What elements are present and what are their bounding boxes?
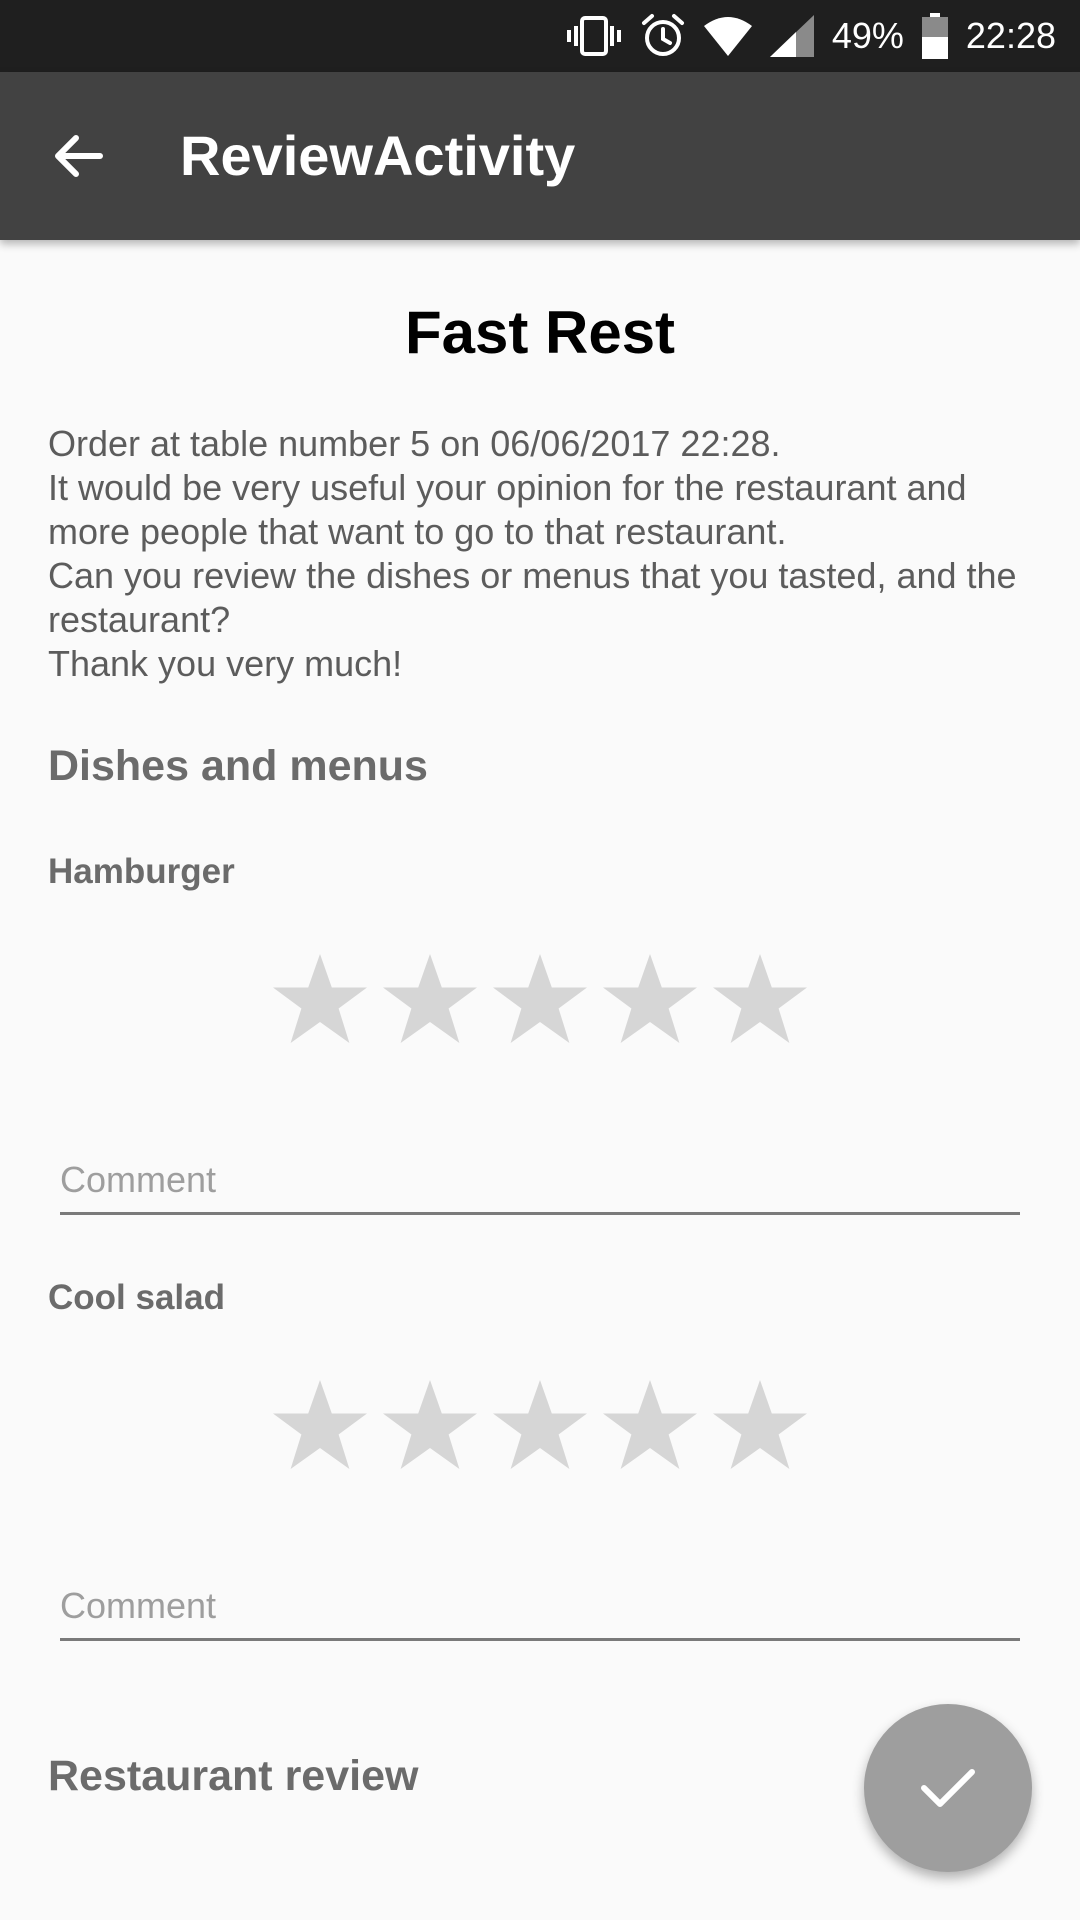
- intro-line-request: It would be very useful your opinion for…: [48, 467, 967, 552]
- clock: 22:28: [965, 15, 1056, 56]
- star-icon[interactable]: [490, 1376, 590, 1476]
- dishes-section-title: Dishes and menus: [48, 742, 428, 790]
- comment-field-hamburger[interactable]: [60, 1148, 1020, 1215]
- intro-line-thanks: Thank you very much!: [48, 643, 403, 684]
- check-icon: [921, 1769, 975, 1807]
- cellular-signal-icon: [769, 15, 814, 57]
- intro-line-order: Order at table number 5 on 06/06/2017 22…: [48, 423, 781, 464]
- app-bar: ReviewActivity: [0, 72, 1080, 240]
- app-title: ReviewActivity: [180, 124, 576, 187]
- restaurant-section-title: Restaurant review: [48, 1752, 419, 1800]
- submit-review-button[interactable]: [864, 1704, 1032, 1872]
- star-icon[interactable]: [600, 950, 700, 1050]
- status-icons: 49% 22:28: [566, 0, 1056, 72]
- battery-icon: [921, 13, 948, 59]
- comment-field-cool-salad[interactable]: [60, 1574, 1020, 1641]
- restaurant-name: Fast Rest: [404, 299, 676, 366]
- star-icon[interactable]: [270, 1376, 370, 1476]
- dish-name-hamburger: Hamburger: [48, 852, 235, 891]
- star-icon[interactable]: [380, 950, 480, 1050]
- dish-name-cool-salad: Cool salad: [48, 1278, 225, 1317]
- rating-bar-cool-salad[interactable]: [270, 1376, 810, 1476]
- alarm-icon: [640, 13, 686, 59]
- review-content[interactable]: Fast Rest Order at table number 5 on 06/…: [0, 240, 1080, 1920]
- intro-text: Order at table number 5 on 06/06/2017 22…: [48, 422, 1038, 686]
- battery-percent: 49%: [831, 15, 904, 56]
- star-icon[interactable]: [490, 950, 590, 1050]
- star-icon[interactable]: [710, 950, 810, 1050]
- wifi-icon: [703, 16, 752, 56]
- rating-bar-hamburger[interactable]: [270, 950, 810, 1050]
- star-icon[interactable]: [710, 1376, 810, 1476]
- status-bar: 49% 22:28: [0, 0, 1080, 72]
- star-icon[interactable]: [380, 1376, 480, 1476]
- vibrate-icon: [566, 14, 622, 58]
- star-icon[interactable]: [600, 1376, 700, 1476]
- star-icon[interactable]: [270, 950, 370, 1050]
- back-button[interactable]: [36, 114, 120, 198]
- arrow-back-icon: [55, 135, 103, 177]
- intro-line-question: Can you review the dishes or menus that …: [48, 555, 1017, 640]
